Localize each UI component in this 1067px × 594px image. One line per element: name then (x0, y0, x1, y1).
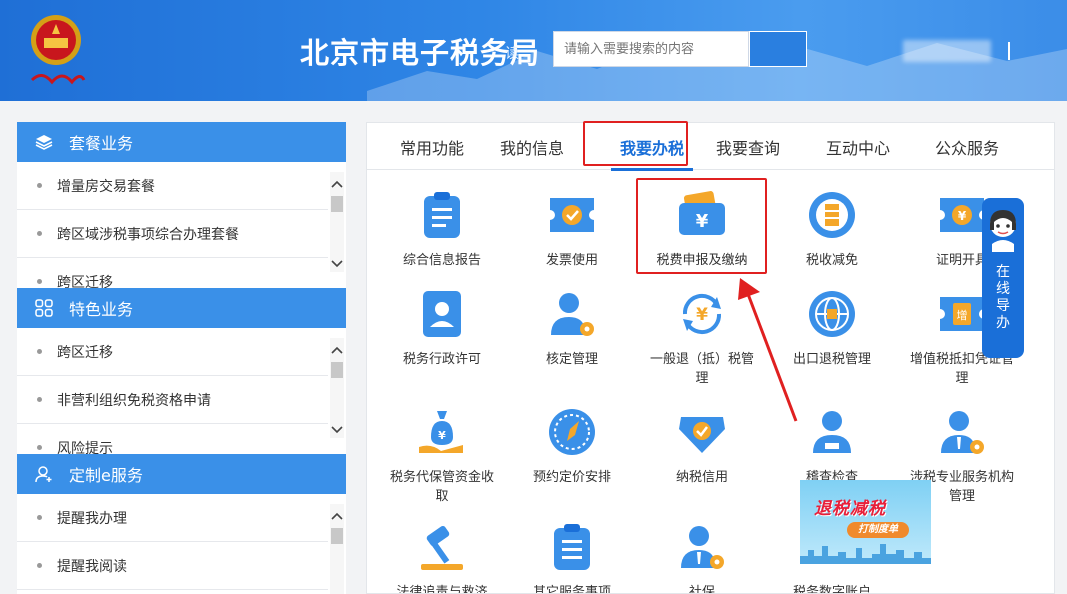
gavel-icon (416, 521, 468, 573)
wallet-yuan-icon: ¥ (676, 189, 728, 241)
chevron-up-icon[interactable] (330, 508, 344, 524)
service-item[interactable]: 税务行政许可 (377, 288, 507, 369)
section-list-custom: 提醒我办理 提醒我阅读 (17, 494, 346, 594)
tab-my-info[interactable]: 我的信息 (477, 123, 587, 170)
scrollbar[interactable] (330, 504, 344, 594)
scroll-thumb[interactable] (331, 196, 343, 212)
agent-avatar-icon (990, 210, 1016, 252)
list-item[interactable]: 跨区域涉税事项综合办理套餐 (17, 210, 328, 258)
layers-icon (33, 131, 55, 153)
header-divider (1008, 42, 1010, 60)
ticket-check-icon (546, 189, 598, 241)
online-guide-widget[interactable]: 在线导办 (982, 198, 1024, 358)
service-item[interactable]: 预约定价安排 (507, 406, 637, 487)
id-card-icon (416, 288, 468, 340)
search-input[interactable] (553, 31, 749, 67)
list-item[interactable]: 增量房交易套餐 (17, 162, 328, 210)
bullet-icon (37, 397, 42, 402)
user-info-blurred[interactable] (903, 40, 991, 62)
promo-banner[interactable]: 退税减税 打制度单 (800, 480, 931, 564)
red-arrow-icon (738, 278, 798, 422)
service-item[interactable]: 其它服务事项 (507, 521, 637, 593)
service-item[interactable]: 综合信息报告 (377, 189, 507, 270)
tax-emblem-logo (30, 15, 86, 85)
section-title: 定制e服务 (69, 466, 143, 485)
svg-text:¥: ¥ (696, 305, 708, 325)
bullet-icon (37, 563, 42, 568)
list-item[interactable]: 非营利组织免税资格申请 (17, 376, 328, 424)
promo-subline: 打制度单 (847, 522, 909, 538)
tab-public-service[interactable]: 公众服务 (912, 123, 1022, 170)
site-header: 北京市电子税务局 读 (0, 0, 1067, 101)
search-button[interactable] (749, 31, 807, 67)
sidebar: 套餐业务 增量房交易套餐 跨区域涉税事项综合办理套餐 跨区迁移 特色业务 跨区迁… (17, 122, 346, 594)
city-skyline-icon (800, 544, 931, 564)
bullet-icon (37, 231, 42, 236)
section-list-package: 增量房交易套餐 跨区域涉税事项综合办理套餐 跨区迁移 (17, 162, 346, 288)
section-header-custom[interactable]: 定制e服务 (17, 454, 346, 494)
chevron-up-icon[interactable] (330, 176, 344, 192)
grid-icon (33, 297, 55, 319)
list-item[interactable]: 风险提示 (17, 424, 328, 454)
svg-text:¥: ¥ (958, 209, 967, 223)
service-panel: 常用功能 我的信息 我要办税 我要查询 互动中心 公众服务 综合信息报告 发票使… (366, 122, 1055, 594)
list-item[interactable]: 跨区迁移 (17, 258, 328, 288)
chevron-down-icon[interactable] (330, 422, 344, 438)
svg-text:增: 增 (957, 308, 968, 322)
bullet-icon (37, 183, 42, 188)
tab-bar: 常用功能 我的信息 我要办税 我要查询 互动中心 公众服务 (367, 123, 1054, 171)
certificate-yuan-icon: ¥ (936, 189, 988, 241)
section-list-featured: 跨区迁移 非营利组织免税资格申请 风险提示 (17, 328, 346, 454)
shield-check-icon (676, 406, 728, 458)
svg-text:¥: ¥ (696, 211, 709, 232)
bullet-icon (37, 445, 42, 450)
tab-query[interactable]: 我要查询 (693, 123, 803, 170)
service-item[interactable]: 核定管理 (507, 288, 637, 369)
site-title: 北京市电子税务局 (300, 36, 541, 70)
chevron-up-icon[interactable] (330, 342, 344, 358)
service-item[interactable]: ¥ 税务代保管资金收取 (377, 406, 507, 506)
refund-yuan-icon: ¥ (676, 288, 728, 340)
clipboard-icon (416, 189, 468, 241)
list-item[interactable]: 提醒我办理 (17, 494, 328, 542)
svg-text:¥: ¥ (438, 429, 446, 442)
list-item[interactable]: 提醒我阅读 (17, 542, 328, 590)
bullet-icon (37, 515, 42, 520)
section-title: 套餐业务 (69, 134, 134, 153)
service-item[interactable]: ¥ 税费申报及缴纳 (637, 189, 767, 270)
voucher-icon: 增 (936, 288, 988, 340)
user-gear-icon (546, 288, 598, 340)
list-icon (546, 521, 598, 573)
scrollbar[interactable] (330, 172, 344, 272)
service-item[interactable]: 社保 (637, 521, 767, 593)
money-bag-icon: ¥ (416, 406, 468, 458)
chevron-down-icon[interactable] (330, 256, 344, 272)
service-item[interactable]: 发票使用 (507, 189, 637, 270)
scroll-thumb[interactable] (331, 362, 343, 378)
title-suffix: 读 (505, 46, 519, 62)
section-header-package[interactable]: 套餐业务 (17, 122, 346, 162)
user-tie-gear-icon (936, 406, 988, 458)
service-item[interactable]: 法律追责与救济 (377, 521, 507, 593)
coin-stack-icon (806, 189, 858, 241)
list-item[interactable]: 跨区迁移 (17, 328, 328, 376)
bullet-icon (37, 279, 42, 284)
tab-interaction[interactable]: 互动中心 (803, 123, 913, 170)
service-item[interactable]: 税收减免 (767, 189, 897, 270)
inspector-icon (806, 406, 858, 458)
promo-headline: 退税减税 (814, 499, 886, 519)
globe-icon (806, 288, 858, 340)
user-plus-icon (33, 463, 55, 485)
tab-do-tax[interactable]: 我要办税 (597, 123, 707, 171)
section-header-featured[interactable]: 特色业务 (17, 288, 346, 328)
scroll-thumb[interactable] (331, 528, 343, 544)
chat-widget-label: 在线导办 (996, 264, 1010, 331)
compass-icon (546, 406, 598, 458)
scrollbar[interactable] (330, 338, 344, 438)
tab-common[interactable]: 常用功能 (377, 123, 487, 170)
section-title: 特色业务 (69, 300, 134, 319)
bullet-icon (37, 349, 42, 354)
user-tie-gear-icon (676, 521, 728, 573)
